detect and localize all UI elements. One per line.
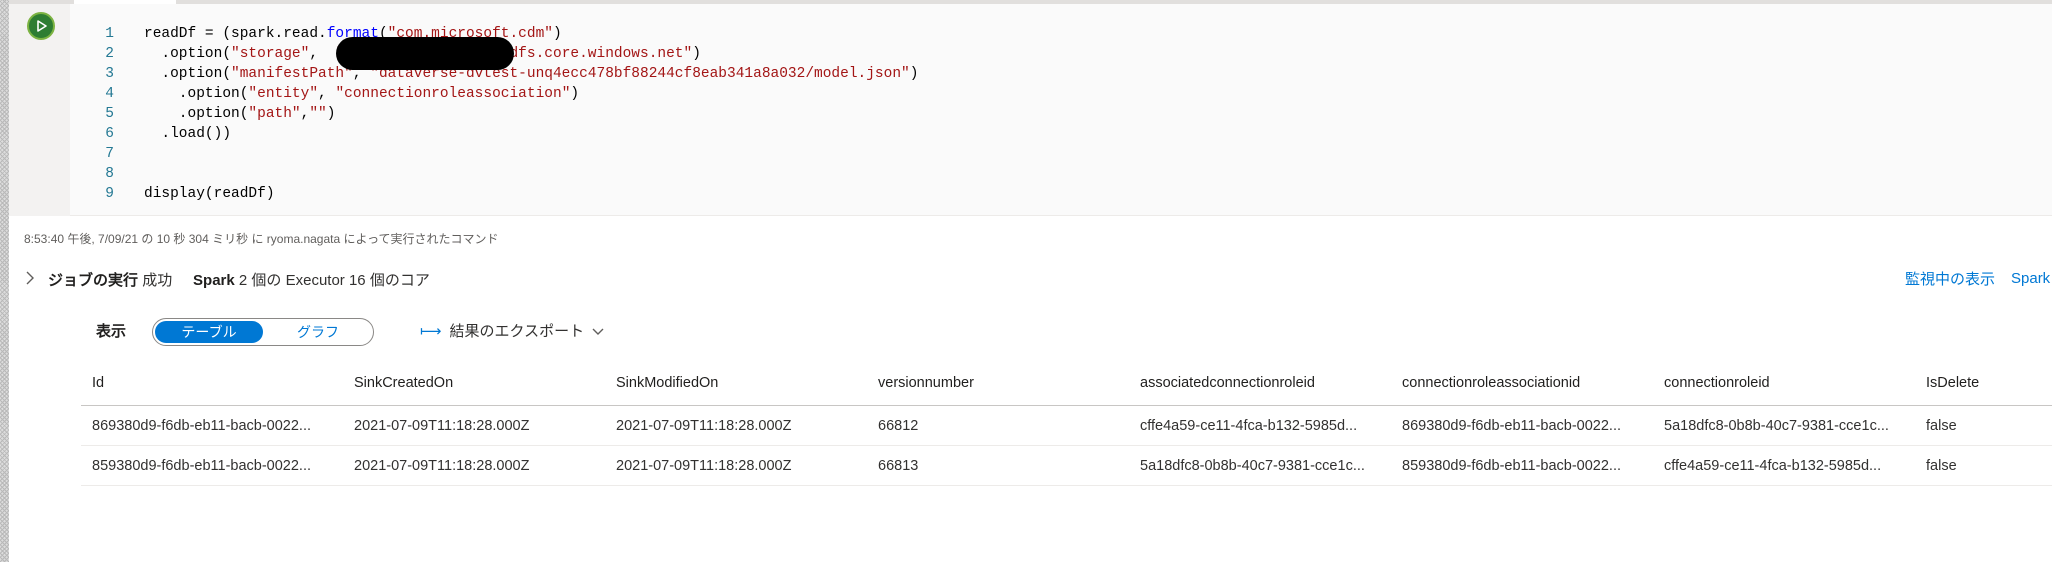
code-text: .option("entity", "connectionroleassocia… [144,84,579,104]
column-header[interactable]: connectionroleassociationid [1402,360,1652,405]
chevron-down-icon [592,328,604,336]
code-token: "connectionroleassociation" [335,86,571,102]
code-token: "manifestPath" [231,66,353,82]
line-number: 7 [105,146,114,162]
code-token: .option( [144,106,249,122]
code-token: "path" [248,106,301,122]
job-status: ジョブの実行 成功 Spark 2 個の Executor 16 個のコア [48,269,430,290]
view-toggle: テーブル グラフ [152,318,374,346]
left-gutter-strip [0,0,9,562]
column-header[interactable]: associatedconnectionroleid [1140,360,1390,405]
table-cell: 5a18dfc8-0b8b-40c7-9381-cce1c... [1664,417,1889,434]
code-line[interactable]: 4 .option("entity", "connectionroleassoc… [70,84,2052,104]
tab-chart[interactable]: グラフ [265,321,371,343]
job-status-text: 成功 [142,272,173,289]
table-cell: cffe4a59-ce11-4fca-b132-5985d... [1664,457,1882,474]
line-number: 3 [105,66,114,82]
line-number: 6 [105,126,114,142]
export-label: 結果のエクスポート [449,323,585,340]
redaction-mark [336,37,514,70]
command-execution-info: 8:53:40 午後, 7/09/21 の 10 秒 304 ミリ秒 に ryo… [24,232,499,246]
code-token: readDf = (spark.read. [144,26,327,42]
table-cell: 869380d9-f6db-eb11-bacb-0022... [1402,417,1622,434]
monitoring-view-link[interactable]: 監視中の表示 [1905,268,1995,289]
table-cell: 869380d9-f6db-eb11-bacb-0022... [92,417,312,434]
run-cell-button[interactable] [27,12,55,40]
table-row: 869380d9-f6db-eb11-bacb-0022... 2021-07-0… [81,406,2052,446]
column-header[interactable]: versionnumber [878,360,1128,405]
spark-ui-link[interactable]: Spark [2011,270,2050,287]
line-number: 9 [105,186,114,202]
line-number: 2 [105,46,114,62]
code-token: "" [309,106,327,122]
code-text: .option("manifestPath", "dataverse-dvtes… [144,64,918,84]
code-token: .option( [144,46,232,62]
code-token: display(readDf) [144,186,275,202]
table-cell: false [1926,417,1957,434]
table-cell: 2021-07-09T11:18:28.000Z [616,457,792,474]
table-header: Id SinkCreatedOn SinkModifiedOn versionnumb… [81,360,2052,406]
code-token: ) [692,46,701,62]
code-token: "storage" [231,46,310,62]
code-editor[interactable]: 1 readDf = (spark.read.format("com.micros… [70,4,2052,216]
code-token: .option( [144,66,232,82]
code-line[interactable]: 9 display(readDf) [70,184,2052,204]
executor-info: 2 個の Executor 16 個のコア [238,272,430,289]
table-row: 859380d9-f6db-eb11-bacb-0022... 2021-07-0… [81,446,2052,486]
code-token: .load()) [144,126,232,142]
table-cell: 66812 [878,417,919,434]
code-text: .option("path","") [144,104,336,124]
spark-label: Spark [193,272,235,289]
code-text: display(readDf) [144,184,275,204]
table-cell: 2021-07-09T11:18:28.000Z [616,417,792,434]
code-token: ) [570,86,580,102]
code-line[interactable]: 8 [70,164,2052,184]
line-number: 5 [105,106,114,122]
table-cell: cffe4a59-ce11-4fca-b132-5985d... [1140,417,1358,434]
column-header[interactable]: Id [92,360,342,405]
table-cell: 859380d9-f6db-eb11-bacb-0022... [1402,457,1622,474]
code-line[interactable]: 6 .load()) [70,124,2052,144]
code-token: .option( [144,86,249,102]
line-number: 1 [105,26,114,42]
code-token: , [318,86,336,102]
line-number: 8 [105,166,114,182]
table-cell: 2021-07-09T11:18:28.000Z [354,457,530,474]
code-text: .load()) [144,124,231,144]
column-header[interactable]: SinkCreatedOn [354,360,604,405]
code-token: "entity" [248,86,319,102]
code-line[interactable]: 5 .option("path","") [70,104,2052,124]
tab-table[interactable]: テーブル [155,321,263,343]
code-line[interactable]: 7 [70,144,2052,164]
code-token: ) [326,106,336,122]
code-token: , [309,46,336,62]
column-header[interactable]: IsDelete [1926,360,2052,405]
column-header[interactable]: connectionroleid [1664,360,1914,405]
table-cell: 859380d9-f6db-eb11-bacb-0022... [92,457,312,474]
table-cell: 2021-07-09T11:18:28.000Z [354,417,530,434]
code-token: ) [909,66,919,82]
export-results-button[interactable]: ⟼ 結果のエクスポート [420,320,604,342]
job-label: ジョブの実行 [48,272,139,289]
table-cell: 5a18dfc8-0b8b-40c7-9381-cce1c... [1140,457,1365,474]
export-arrow-icon: ⟼ [420,323,442,340]
play-icon [37,20,47,32]
view-label: 表示 [96,323,127,340]
column-header[interactable]: SinkModifiedOn [616,360,866,405]
chevron-right-icon[interactable] [25,271,35,285]
table-cell: false [1926,457,1957,474]
table-cell: 66813 [878,457,919,474]
line-number: 4 [105,86,114,102]
code-token: ) [552,26,562,42]
